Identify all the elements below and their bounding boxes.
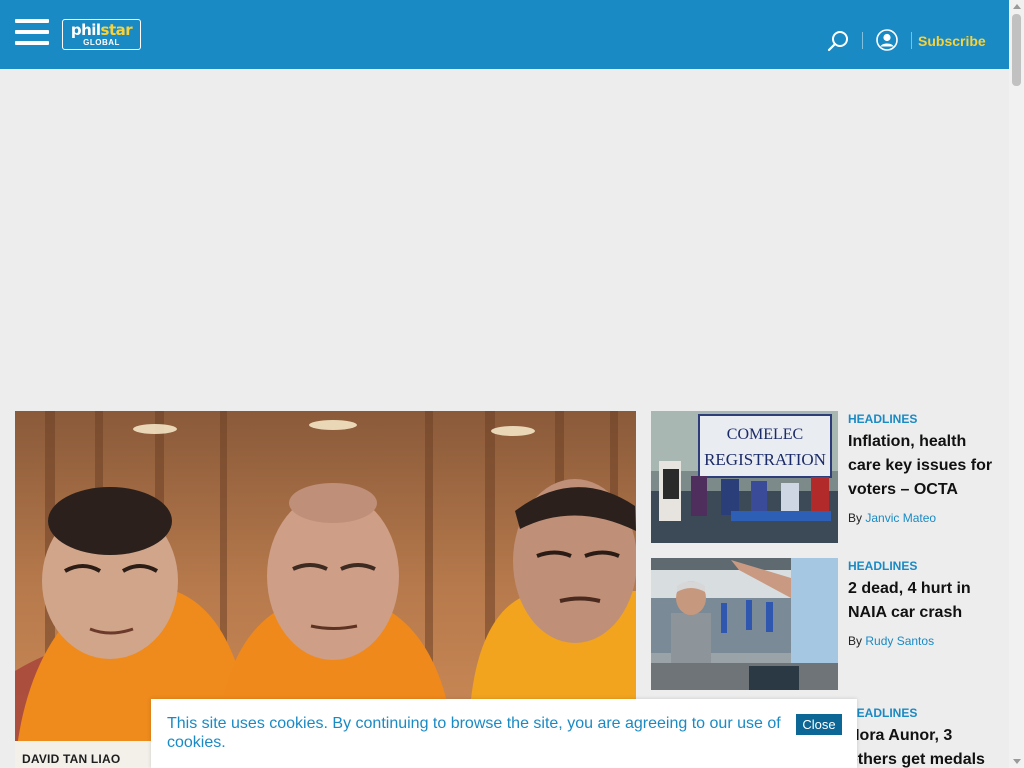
thumb-sign-line-1: COMELEC (727, 426, 803, 443)
menu-icon[interactable] (15, 19, 49, 45)
menu-icon-line (15, 41, 49, 45)
story-headline[interactable]: Inflation, health care key issues for vo… (848, 430, 993, 502)
story-category[interactable]: HEADLINES (848, 706, 993, 720)
story-thumbnail[interactable]: COMELEC REGISTRATION (651, 411, 838, 543)
thumb-sign-line-2: REGISTRATION (704, 450, 826, 469)
byline-prefix: By (848, 634, 863, 648)
scrollbar-thumb[interactable] (1012, 14, 1021, 86)
cookie-consent-banner: This site uses cookies. By continuing to… (151, 699, 857, 768)
story-thumbnail-illustration (651, 558, 838, 690)
logo-subtitle: GLOBAL (83, 38, 120, 47)
logo-wordmark: philstar (63, 22, 140, 38)
logo-wordmark-star: star (100, 21, 133, 39)
story-category[interactable]: HEADLINES (848, 412, 993, 426)
logo-wordmark-phil: phil (70, 21, 101, 39)
cookie-message: This site uses cookies. By continuing to… (167, 715, 781, 751)
story-text: HEADLINES Nora Aunor, 3 others get medal… (848, 705, 993, 768)
philstar-logo[interactable]: philstar GLOBAL (62, 19, 141, 50)
header-divider (862, 32, 863, 49)
story-category[interactable]: HEADLINES (848, 559, 993, 573)
story-text: HEADLINES 2 dead, 4 hurt in NAIA car cra… (848, 558, 993, 648)
subscribe-link[interactable]: Subscribe (918, 33, 986, 49)
story-byline: By Rudy Santos (848, 634, 993, 648)
advertisement-area (0, 69, 1009, 411)
cookie-close-button[interactable]: Close (796, 714, 842, 735)
top-navigation-bar: philstar GLOBAL Subscribe (0, 0, 1009, 69)
menu-icon-line (15, 30, 49, 34)
story-byline: By Janvic Mateo (848, 511, 993, 525)
scroll-down-arrow-icon[interactable] (1013, 759, 1021, 764)
user-account-icon[interactable] (876, 29, 898, 51)
story-thumbnail-illustration: COMELEC REGISTRATION (651, 411, 838, 543)
vertical-scrollbar[interactable] (1009, 0, 1024, 768)
story-text: HEADLINES Inflation, health care key iss… (848, 411, 993, 525)
search-icon[interactable] (827, 30, 849, 52)
header-divider (911, 32, 912, 49)
story-author-link[interactable]: Rudy Santos (865, 634, 934, 648)
byline-prefix: By (848, 511, 863, 525)
scroll-up-arrow-icon[interactable] (1013, 4, 1021, 9)
story-headline[interactable]: Nora Aunor, 3 others get medals (848, 724, 993, 768)
menu-icon-line (15, 19, 49, 23)
story-headline[interactable]: 2 dead, 4 hurt in NAIA car crash (848, 577, 993, 625)
hero-image-caption: DAVID TAN LIAO (22, 752, 121, 766)
story-thumbnail[interactable] (651, 558, 838, 690)
story-author-link[interactable]: Janvic Mateo (865, 511, 936, 525)
